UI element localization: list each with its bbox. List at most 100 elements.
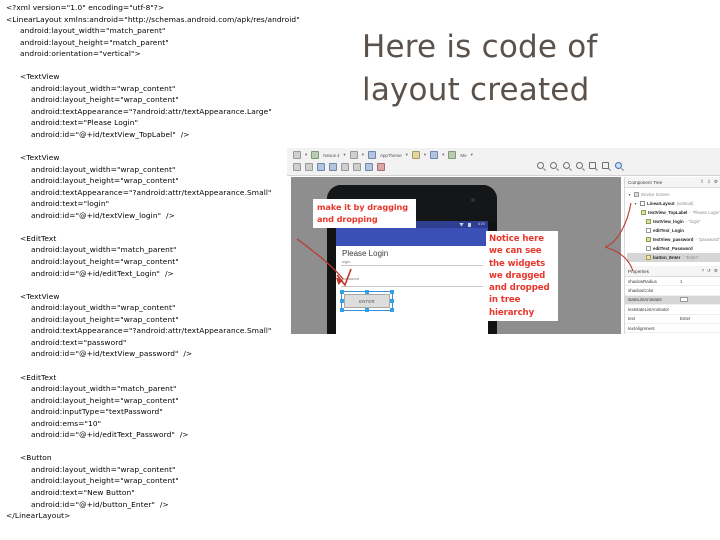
tree-hierarchy-callout: Notice here we can see the widgets we dr…	[486, 231, 558, 322]
toolbar-row-config[interactable]: ▾ Nexus 4 ▾ ▾ AppTheme ▾ ▾ ▾ Me ▾	[293, 151, 473, 159]
align-left-icon[interactable]	[293, 163, 301, 171]
status-time: 6:00	[478, 222, 485, 226]
columns-icon[interactable]	[341, 163, 349, 171]
code-line: </LinearLayout>	[6, 511, 71, 521]
property-row-textappearance[interactable]: textAppearance	[625, 333, 720, 334]
properties-header-icons[interactable]: ? ↺ ⚙	[701, 268, 718, 274]
property-color-swatch[interactable]	[680, 297, 688, 303]
code-line: android:layout_height="match_parent"	[20, 37, 169, 47]
activity-icon[interactable]	[448, 151, 457, 159]
zoom-out-icon[interactable]	[550, 162, 557, 169]
property-row-text[interactable]: text Enter	[625, 315, 720, 324]
component-tree-header-icons[interactable]: ⇧ ⇩ ⚙	[700, 179, 718, 185]
tree-node-label: editText_Login	[653, 228, 684, 233]
layout-editor-toolbar: ▾ Nexus 4 ▾ ▾ AppTheme ▾ ▾ ▾ Me ▾	[287, 148, 720, 176]
camera-icon	[471, 198, 475, 202]
android-studio-screenshot: ▾ Nexus 4 ▾ ▾ AppTheme ▾ ▾ ▾ Me ▾ 6:00 P…	[287, 148, 720, 334]
property-row-textalignment[interactable]: textAlignment	[625, 324, 720, 334]
chevron-down-icon[interactable]: ▾	[424, 152, 426, 158]
property-key: text	[628, 316, 636, 322]
chevron-down-icon[interactable]: ▾	[362, 152, 364, 158]
preview-login-edittext[interactable]	[341, 265, 483, 266]
expand-all-icon[interactable]: ⇩	[707, 179, 711, 185]
tree-node-value: (vertical)	[676, 201, 694, 206]
design-canvas[interactable]: 6:00 Please Login login password ENTER m…	[291, 177, 621, 334]
theme-label: AppTheme	[379, 152, 402, 158]
resize-handle-nw[interactable]	[340, 290, 344, 294]
code-line: <?xml version="1.0" encoding="utf-8"?>	[6, 3, 165, 12]
tree-callout-arrow	[604, 202, 634, 272]
preview-password-edittext[interactable]	[341, 286, 483, 287]
screenshot-icon[interactable]	[589, 162, 596, 169]
tree-node-label: textView_TopLabel	[648, 210, 688, 215]
code-line: android:layout_height="wrap_content"	[31, 395, 179, 405]
collapse-all-icon[interactable]: ⇧	[700, 179, 704, 185]
device-label: Nexus 4	[323, 152, 340, 158]
baseline-icon[interactable]	[317, 163, 325, 171]
margin-icon[interactable]	[329, 163, 337, 171]
theme-icon[interactable]	[367, 151, 376, 159]
distribute-icon[interactable]	[305, 163, 313, 171]
refresh-icon[interactable]	[602, 162, 609, 169]
tree-node-label: textView_login	[653, 219, 684, 224]
resize-handle-s[interactable]	[365, 308, 369, 312]
api-icon[interactable]	[430, 151, 439, 159]
chevron-down-icon[interactable]: ▾	[343, 152, 345, 158]
tree-settings-icon[interactable]: ⚙	[714, 179, 718, 185]
code-line: android:layout_width="wrap_content"	[31, 464, 176, 474]
toolbar-zoom-controls[interactable]	[537, 162, 622, 169]
code-line: <LinearLayout xmlns:android="http://sche…	[6, 14, 300, 24]
resize-handle-e[interactable]	[390, 299, 394, 303]
tree-node-value: - "login"	[685, 219, 701, 224]
resize-handle-n[interactable]	[365, 290, 369, 294]
zoom-fit-icon[interactable]	[563, 162, 570, 169]
chevron-down-icon[interactable]: ▾	[305, 152, 307, 158]
tree-node-label: button_Enter	[653, 255, 681, 260]
chevron-down-icon[interactable]: ▾	[406, 152, 408, 158]
page-title: Here is code of layout created	[362, 29, 598, 108]
toolbar-row-align[interactable]	[293, 163, 385, 171]
code-line: android:layout_height="wrap_content"	[31, 476, 179, 486]
properties-settings-icon[interactable]: ⚙	[714, 268, 718, 274]
settings-icon[interactable]	[615, 162, 622, 169]
help-icon[interactable]: ?	[701, 268, 704, 274]
restore-icon[interactable]: ↺	[707, 268, 711, 274]
resize-handle-ne[interactable]	[390, 290, 394, 294]
warning-icon[interactable]	[377, 163, 385, 171]
code-line: android:layout_width="wrap_content"	[31, 83, 176, 93]
property-value[interactable]: 1	[680, 279, 682, 284]
selection-outline	[340, 290, 394, 312]
code-line: android:id="@+id/textView_TopLabel" />	[31, 130, 190, 140]
preview-password-label: password	[342, 276, 360, 281]
device-screen[interactable]: 6:00 Please Login login password ENTER	[336, 221, 488, 334]
page-icon[interactable]	[293, 151, 301, 159]
code-line: <Button	[20, 453, 52, 463]
tree-node-value: - "Enter"	[682, 255, 699, 260]
locale-icon[interactable]	[411, 151, 420, 159]
action-bar	[336, 228, 488, 246]
property-value[interactable]: Enter	[680, 316, 691, 321]
tree-node-value: - "password"	[695, 237, 720, 242]
drag-drop-callout: make it by dragging and dropping	[313, 199, 416, 228]
battery-icon	[468, 222, 471, 227]
code-line: android:text="Please Login"	[31, 118, 139, 128]
device-icon[interactable]	[311, 151, 320, 159]
grid-icon[interactable]	[365, 163, 373, 171]
resize-handle-w[interactable]	[340, 299, 344, 303]
resize-handle-sw[interactable]	[340, 308, 344, 312]
chevron-down-icon[interactable]: ▾	[471, 152, 473, 158]
chevron-down-icon[interactable]: ▾	[442, 152, 444, 158]
code-line: <EditText	[20, 372, 57, 382]
tree-node-label: textView_password	[652, 237, 694, 242]
orientation-icon[interactable]	[349, 151, 358, 159]
code-line: <TextView	[20, 72, 60, 82]
expand-icon[interactable]	[353, 163, 361, 171]
zoom-actual-icon[interactable]	[576, 162, 583, 169]
code-line: android:ems="10"	[31, 418, 102, 428]
resize-handle-se[interactable]	[390, 308, 394, 312]
code-line: android:layout_width="match_parent"	[31, 384, 177, 394]
zoom-in-icon[interactable]	[537, 162, 544, 169]
code-line: android:layout_height="wrap_content"	[31, 95, 179, 105]
